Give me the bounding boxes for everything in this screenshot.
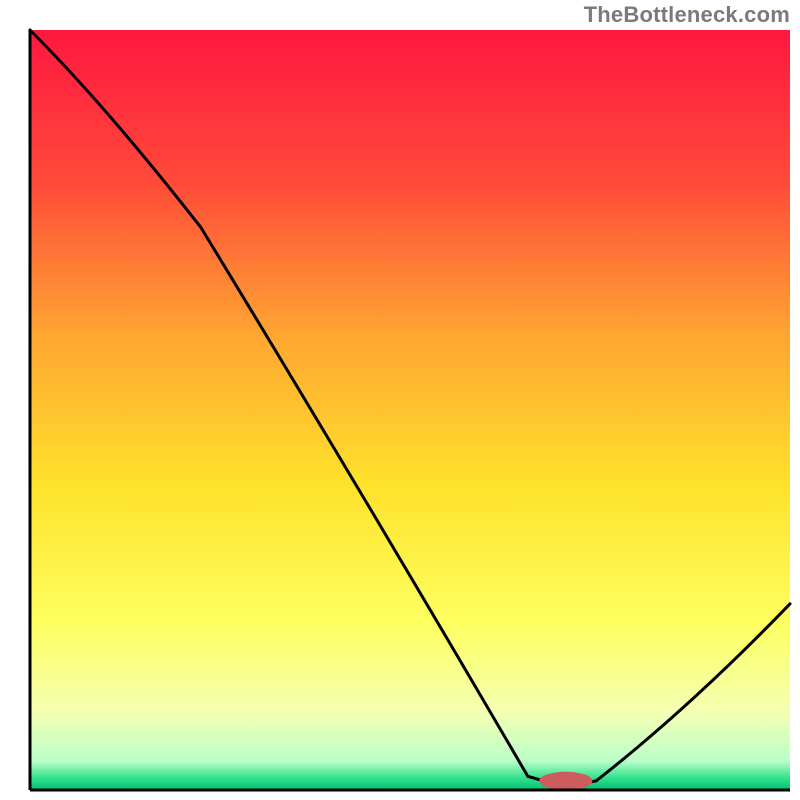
plot-background (30, 30, 790, 790)
chart-container: TheBottleneck.com (0, 0, 800, 800)
bottleneck-chart (0, 0, 800, 800)
optimal-marker (539, 772, 592, 790)
